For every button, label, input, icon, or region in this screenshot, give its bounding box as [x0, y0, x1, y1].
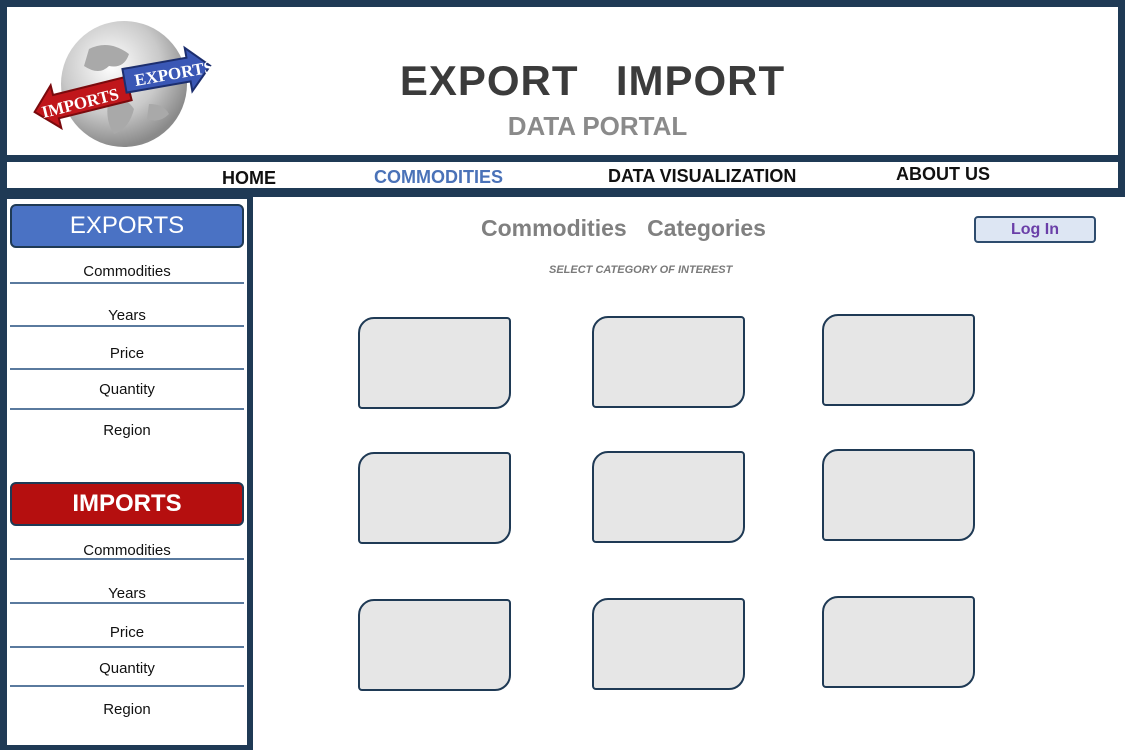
nav-item-data-visualization[interactable]: DATA VISUALIZATION: [608, 166, 796, 187]
header-banner: IMPORTS EXPORTS EXPORT IMPORT DATA PORTA…: [5, 5, 1120, 157]
category-card[interactable]: [822, 449, 975, 541]
imports-item-quantity[interactable]: Quantity: [10, 660, 244, 677]
divider: [10, 368, 244, 370]
section-title: Commodities Categories: [481, 215, 766, 241]
category-card[interactable]: [358, 599, 511, 691]
exports-section-button[interactable]: EXPORTS: [10, 204, 244, 248]
imports-item-commodities[interactable]: Commodities: [10, 542, 244, 559]
category-card[interactable]: [592, 316, 745, 408]
section-instruction: SELECT CATEGORY OF INTEREST: [549, 264, 733, 276]
divider: [10, 558, 244, 560]
category-card[interactable]: [358, 317, 511, 409]
divider: [10, 282, 244, 284]
page-subtitle: DATA PORTAL: [507, 111, 688, 141]
imports-section-button[interactable]: IMPORTS: [10, 482, 244, 526]
exports-item-price[interactable]: Price: [10, 345, 244, 362]
divider: [10, 325, 244, 327]
top-nav-bar: HOME COMMODITIES DATA VISUALIZATION ABOU…: [5, 160, 1120, 190]
imports-item-years[interactable]: Years: [10, 585, 244, 602]
main-content: Commodities Categories SELECT CATEGORY O…: [253, 197, 1125, 750]
page-title: EXPORT IMPORT: [399, 57, 786, 104]
nav-item-about-us[interactable]: ABOUT US: [896, 164, 990, 185]
imports-item-region[interactable]: Region: [10, 701, 244, 718]
category-card[interactable]: [358, 452, 511, 544]
divider: [10, 408, 244, 410]
category-card[interactable]: [822, 314, 975, 406]
category-card[interactable]: [592, 598, 745, 690]
divider: [10, 685, 244, 687]
sidebar: EXPORTS Commodities Years Price Quantity…: [5, 197, 249, 747]
exports-item-region[interactable]: Region: [10, 422, 244, 439]
imports-item-price[interactable]: Price: [10, 624, 244, 641]
divider: [10, 602, 244, 604]
category-card[interactable]: [822, 596, 975, 688]
nav-item-commodities[interactable]: COMMODITIES: [374, 167, 503, 188]
exports-item-years[interactable]: Years: [10, 307, 244, 324]
login-button[interactable]: Log In: [974, 216, 1096, 243]
divider: [10, 646, 244, 648]
category-card[interactable]: [592, 451, 745, 543]
exports-item-quantity[interactable]: Quantity: [10, 381, 244, 398]
exports-item-commodities[interactable]: Commodities: [10, 263, 244, 280]
nav-item-home[interactable]: HOME: [222, 168, 276, 189]
